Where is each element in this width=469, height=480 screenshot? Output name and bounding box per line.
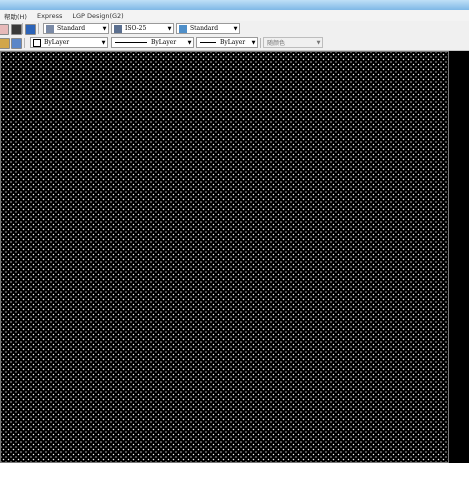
layer-state-icon[interactable]	[0, 38, 10, 49]
linetype-select[interactable]: ByLayer ▼	[111, 37, 194, 48]
plot-style-select: 随颜色 ▼	[263, 37, 323, 48]
color-swatch-icon	[33, 38, 41, 47]
bottom-area	[0, 463, 469, 480]
plot-icon[interactable]	[0, 24, 9, 35]
chevron-down-icon: ▼	[102, 25, 107, 32]
menu-express[interactable]: Express	[37, 12, 62, 20]
layer-previous-icon[interactable]	[11, 38, 22, 49]
chevron-down-icon: ▼	[251, 39, 256, 46]
window-title-bar	[0, 0, 469, 10]
table-style-select[interactable]: Standard ▼	[176, 23, 240, 34]
lineweight-select[interactable]: ByLayer ▼	[196, 37, 258, 48]
menu-help[interactable]: 帮助(H)	[4, 11, 27, 21]
text-style-icon	[46, 24, 54, 33]
properties-toolbar: ByLayer ▼ ByLayer ▼ ByLayer ▼ 随颜色 ▼	[0, 36, 469, 51]
table-style-icon	[179, 24, 187, 33]
styles-toolbar: Standard ▼ ISO-25 ▼ Standard ▼	[0, 21, 469, 37]
chevron-down-icon: ▼	[233, 25, 238, 32]
chevron-down-icon: ▼	[167, 25, 172, 32]
lineweight-preview	[200, 42, 216, 43]
linetype-preview	[115, 42, 147, 43]
chevron-down-icon: ▼	[316, 39, 321, 46]
menu-lgp-design[interactable]: LGP Design(G2)	[72, 12, 123, 20]
color-select[interactable]: ByLayer ▼	[30, 37, 108, 48]
chevron-down-icon: ▼	[101, 39, 106, 46]
chevron-down-icon: ▼	[187, 39, 192, 46]
drawing-canvas[interactable]	[0, 51, 449, 463]
canvas-margin	[449, 51, 469, 463]
dimension-style-select[interactable]: ISO-25 ▼	[111, 23, 174, 34]
save-icon[interactable]	[11, 24, 22, 35]
text-style-select[interactable]: Standard ▼	[43, 23, 109, 34]
dimension-style-icon	[114, 24, 122, 33]
help-icon[interactable]	[25, 24, 36, 35]
